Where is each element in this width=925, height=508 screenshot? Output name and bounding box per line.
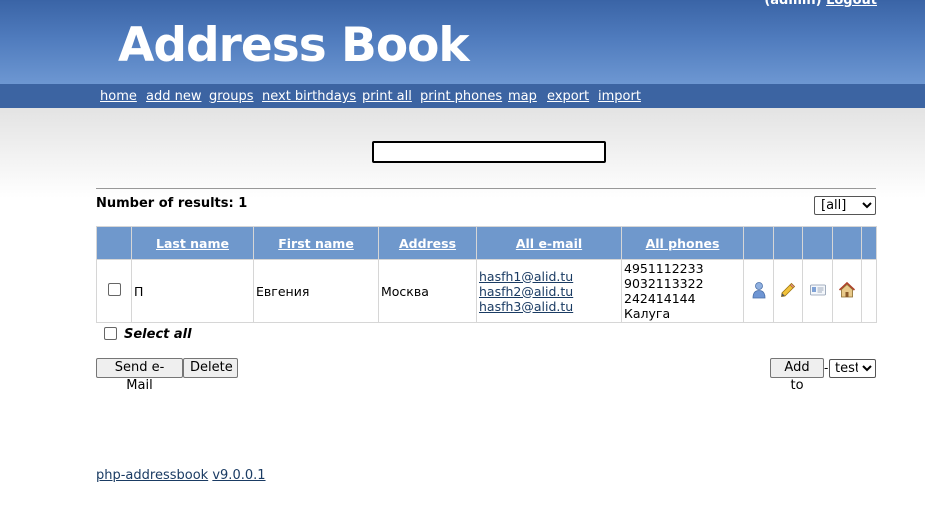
nav-add-new[interactable]: add new (146, 89, 201, 104)
logo: Address Book (118, 18, 470, 73)
group-filter-select[interactable]: [all] (814, 196, 876, 215)
cell-emails: hasfh1@alid.tu hasfh2@alid.tu hasfh3@ali… (476, 259, 622, 323)
app-link[interactable]: php-addressbook (96, 468, 208, 483)
cell-phones: 4951112233 9032113322 242414144 Калуга (621, 259, 744, 323)
sort-phones-link[interactable]: All phones (646, 236, 720, 251)
results-count: Number of results: 1 (96, 196, 248, 211)
table-header-row: Last name First name Address All e-mail … (96, 226, 877, 260)
header-email: All e-mail (476, 226, 622, 260)
sort-address-link[interactable]: Address (399, 236, 456, 251)
cell-last-name: П (131, 259, 254, 323)
row-select-cell (96, 259, 132, 323)
nav-next-birthdays[interactable]: next birthdays (262, 89, 356, 104)
phone-line: 9032113322 (624, 276, 704, 291)
cell-edit (773, 259, 803, 323)
header-edit (773, 226, 803, 260)
sort-email-link[interactable]: All e-mail (516, 236, 582, 251)
header: (admin) Logout Address Book (0, 0, 925, 84)
send-email-button[interactable]: Send e-Mail (96, 358, 183, 393)
header-vcard (802, 226, 833, 260)
nav-groups[interactable]: groups (209, 89, 254, 104)
email-link[interactable]: hasfh3@alid.tu (479, 299, 619, 314)
contacts-table: Last name First name Address All e-mail … (96, 226, 877, 323)
add-to-group-select[interactable]: test (829, 359, 876, 378)
header-phones: All phones (621, 226, 744, 260)
nav-print-phones[interactable]: print phones (420, 89, 502, 104)
nav-export[interactable]: export (547, 89, 589, 104)
add-to-separator: - (824, 360, 829, 375)
add-to-button[interactable]: Add to (770, 358, 824, 393)
nav-import[interactable]: import (598, 89, 641, 104)
details-icon[interactable] (750, 281, 768, 299)
nav-print-all[interactable]: print all (362, 89, 412, 104)
header-address: Address (378, 226, 477, 260)
sort-first-name-link[interactable]: First name (278, 236, 354, 251)
version-link[interactable]: v9.0.0.1 (212, 468, 265, 483)
footer: php-addressbook v9.0.0.1 (96, 468, 266, 483)
select-all-label: Select all (124, 327, 192, 342)
table-row: П Евгения Москва hasfh1@alid.tu hasfh2@a… (96, 259, 877, 323)
logout-link[interactable]: Logout (826, 0, 877, 8)
header-last-name: Last name (131, 226, 254, 260)
header-spacer (861, 226, 877, 260)
delete-button[interactable]: Delete (183, 358, 238, 378)
nav-map[interactable]: map (508, 89, 537, 104)
cell-spacer (861, 259, 877, 323)
select-all-checkbox[interactable] (104, 327, 117, 340)
search-input[interactable] (372, 141, 606, 163)
header-home (832, 226, 862, 260)
email-link[interactable]: hasfh2@alid.tu (479, 284, 619, 299)
login-info: (admin) Logout (764, 0, 877, 8)
header-details (743, 226, 774, 260)
row-checkbox[interactable] (107, 283, 121, 296)
cell-home (832, 259, 862, 323)
nav-bar: home add new groups next birthdays print… (0, 84, 925, 108)
header-first-name: First name (253, 226, 379, 260)
divider (96, 188, 876, 189)
nav-home[interactable]: home (100, 89, 137, 104)
cell-first-name: Евгения (253, 259, 379, 323)
cell-address: Москва (378, 259, 477, 323)
email-link[interactable]: hasfh1@alid.tu (479, 269, 619, 284)
edit-icon[interactable] (779, 281, 797, 299)
cell-vcard (802, 259, 833, 323)
phone-line: 4951112233 (624, 261, 704, 276)
cell-details (743, 259, 774, 323)
login-user: (admin) (764, 0, 822, 8)
phone-line: 242414144 (624, 291, 696, 306)
phone-line: Калуга (624, 306, 671, 321)
vcard-icon[interactable] (809, 281, 827, 299)
sort-last-name-link[interactable]: Last name (156, 236, 229, 251)
header-select (96, 226, 132, 260)
home-icon[interactable] (838, 281, 856, 299)
